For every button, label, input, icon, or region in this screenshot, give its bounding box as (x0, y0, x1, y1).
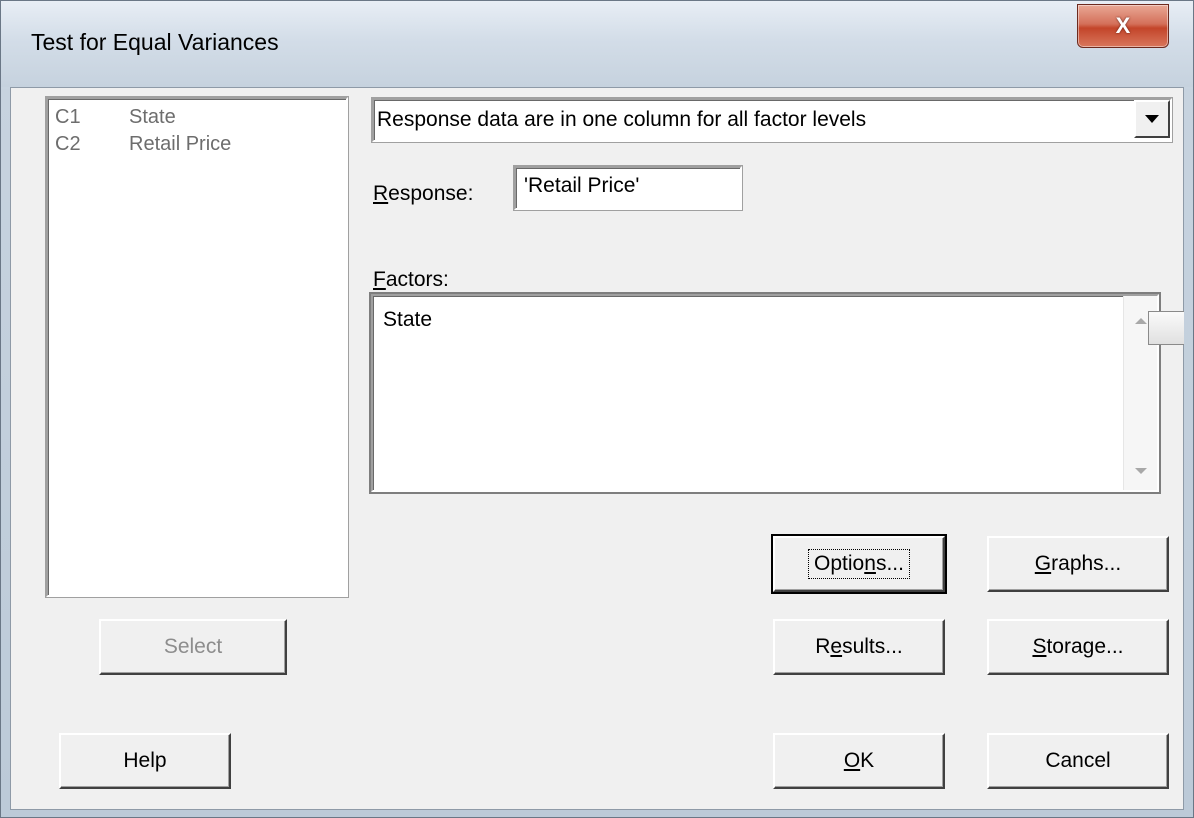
response-label: Response: (373, 182, 474, 205)
window-title: Test for Equal Variances (31, 29, 279, 55)
results-button[interactable]: Results... (773, 619, 945, 675)
help-button-label: Help (123, 749, 167, 772)
results-button-label: Results... (815, 635, 903, 658)
dropdown-arrow-button[interactable] (1134, 100, 1170, 138)
column-id: C1 (55, 106, 81, 128)
graphs-button[interactable]: Graphs... (987, 536, 1169, 592)
response-input[interactable]: 'Retail Price' (514, 166, 742, 210)
dialog-client-area: C1 State C2 Retail Price Select Help Res… (10, 87, 1184, 810)
graphs-button-label: Graphs... (1034, 552, 1122, 575)
options-button[interactable]: Options... (771, 534, 947, 594)
arrow-up-icon[interactable] (1135, 318, 1147, 324)
close-button[interactable]: X (1077, 4, 1169, 48)
arrow-down-icon[interactable] (1135, 468, 1147, 474)
close-icon: X (1115, 13, 1131, 38)
column-name: Retail Price (129, 133, 232, 155)
factors-input[interactable]: State (371, 294, 1159, 492)
storage-button[interactable]: Storage... (987, 619, 1169, 675)
cancel-button-label: Cancel (1045, 749, 1111, 772)
title-bar[interactable]: Test for Equal Variances X (1, 1, 1193, 87)
side-handle[interactable] (1148, 311, 1184, 345)
factors-label: Factors: (373, 268, 449, 291)
storage-button-label: Storage... (1032, 635, 1124, 658)
chevron-down-icon (1145, 115, 1159, 123)
column-id: C2 (55, 133, 81, 155)
variable-list[interactable]: C1 State C2 Retail Price (46, 97, 348, 597)
factors-value: State (383, 308, 433, 331)
options-button-label: Options... (808, 549, 910, 579)
ok-button[interactable]: OK (773, 733, 945, 789)
select-button[interactable]: Select (99, 619, 287, 675)
help-button[interactable]: Help (59, 733, 231, 789)
column-name: State (129, 106, 176, 128)
select-button-label: Select (163, 635, 223, 658)
data-layout-value: Response data are in one column for all … (377, 108, 867, 131)
cancel-button[interactable]: Cancel (987, 733, 1169, 789)
ok-button-label: OK (843, 749, 875, 772)
dialog-window: Test for Equal Variances X C1 State C2 R… (0, 0, 1194, 818)
data-layout-dropdown[interactable]: Response data are in one column for all … (372, 98, 1172, 142)
